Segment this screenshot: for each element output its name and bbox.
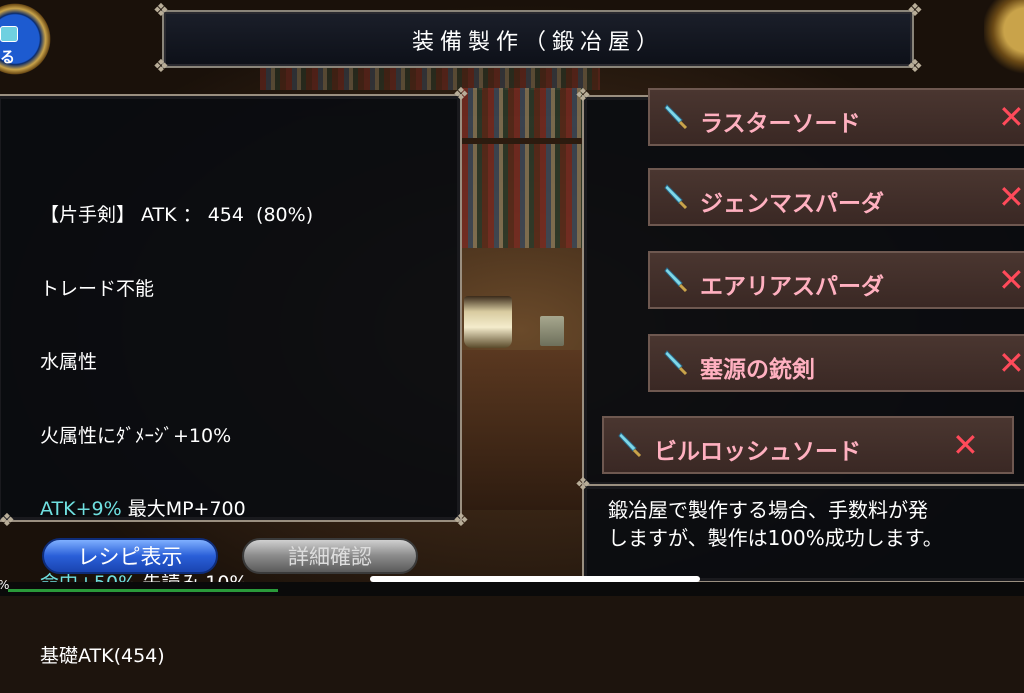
menu-badge[interactable]: る	[0, 0, 70, 90]
badge-ring	[0, 0, 60, 84]
message-text: 鍛冶屋で製作する場合、手数料が発 しますが、製作は100%成功します。	[608, 496, 943, 552]
corner-ornament	[984, 0, 1024, 90]
ornament-icon: ❖	[574, 474, 592, 495]
page-title: 装備製作（鍛冶屋）	[411, 30, 664, 55]
sword-icon	[664, 104, 688, 130]
sword-icon	[664, 267, 688, 293]
stat-line: 【片手剣】 ATK ： 454 (80%)	[40, 204, 314, 226]
recipe-name: ラスターソード	[700, 111, 861, 137]
badge-label: る	[0, 48, 16, 66]
stat-highlight: ATK+9%	[40, 498, 122, 520]
message-panel: ❖ 鍛冶屋で製作する場合、手数料が発 しますが、製作は100%成功します。	[575, 474, 1024, 583]
stat-line: ATK+9% 最大MP+700	[40, 497, 313, 522]
progress-label: %	[0, 578, 9, 592]
recipe-item[interactable]: ラスターソード ✕	[648, 88, 1024, 146]
recipe-item[interactable]: 塞源の銃剣 ✕	[648, 334, 1024, 392]
item-stats: 【片手剣】 ATK ： 454 (80%) トレード不能 水属性 火属性にﾀﾞﾒ…	[40, 154, 313, 693]
remove-icon[interactable]: ✕	[998, 98, 1024, 136]
stat-line: 水属性	[40, 351, 98, 373]
ornament-icon: ❖	[452, 510, 470, 531]
remove-icon[interactable]: ✕	[998, 344, 1024, 382]
ornament-icon: ❖	[906, 0, 924, 21]
remove-icon[interactable]: ✕	[998, 261, 1024, 299]
glass	[540, 316, 564, 346]
recipe-name: エアリアスパーダ	[700, 274, 884, 300]
recipe-item-selected[interactable]: ビルロッシュソード ✕	[602, 416, 1014, 474]
recipe-name: ジェンマスパーダ	[700, 191, 884, 217]
ornament-icon: ❖	[0, 510, 16, 531]
stat-line: 火属性にﾀﾞﾒｰｼﾞ+10%	[40, 424, 232, 447]
stat-rest: 最大MP+700	[121, 498, 246, 520]
badge-icon	[0, 26, 18, 42]
recipe-name: ビルロッシュソード	[654, 439, 861, 465]
title-bar: 装備製作（鍛冶屋） ❖ ❖ ❖ ❖	[153, 0, 923, 77]
message-line: しますが、製作は100%成功します。	[608, 526, 943, 550]
ornament-icon: ❖	[152, 56, 170, 77]
ornament-icon: ❖	[152, 0, 170, 21]
sword-icon	[664, 350, 688, 376]
message-line: 鍛冶屋で製作する場合、手数料が発	[608, 498, 928, 522]
desk	[458, 350, 588, 510]
recipe-item[interactable]: エアリアスパーダ ✕	[648, 251, 1024, 309]
bookshelf	[462, 88, 582, 248]
lamp	[464, 296, 512, 348]
detail-check-button[interactable]: 詳細確認	[242, 538, 418, 574]
sword-icon	[664, 184, 688, 210]
progress-bar	[8, 589, 278, 592]
stat-line: トレード不能	[40, 277, 155, 300]
ornament-icon: ❖	[906, 56, 924, 77]
sword-icon	[618, 432, 642, 458]
recipe-display-button[interactable]: レシピ表示	[42, 538, 218, 574]
remove-icon[interactable]: ✕	[998, 178, 1024, 216]
stat-line: 基礎ATK(454)	[40, 645, 165, 667]
ornament-icon: ❖	[574, 85, 592, 106]
home-indicator[interactable]	[370, 576, 700, 582]
ornament-icon: ❖	[452, 84, 470, 105]
recipe-item[interactable]: ジェンマスパーダ ✕	[648, 168, 1024, 226]
recipe-name: 塞源の銃剣	[700, 357, 815, 383]
remove-icon[interactable]: ✕	[952, 426, 979, 464]
